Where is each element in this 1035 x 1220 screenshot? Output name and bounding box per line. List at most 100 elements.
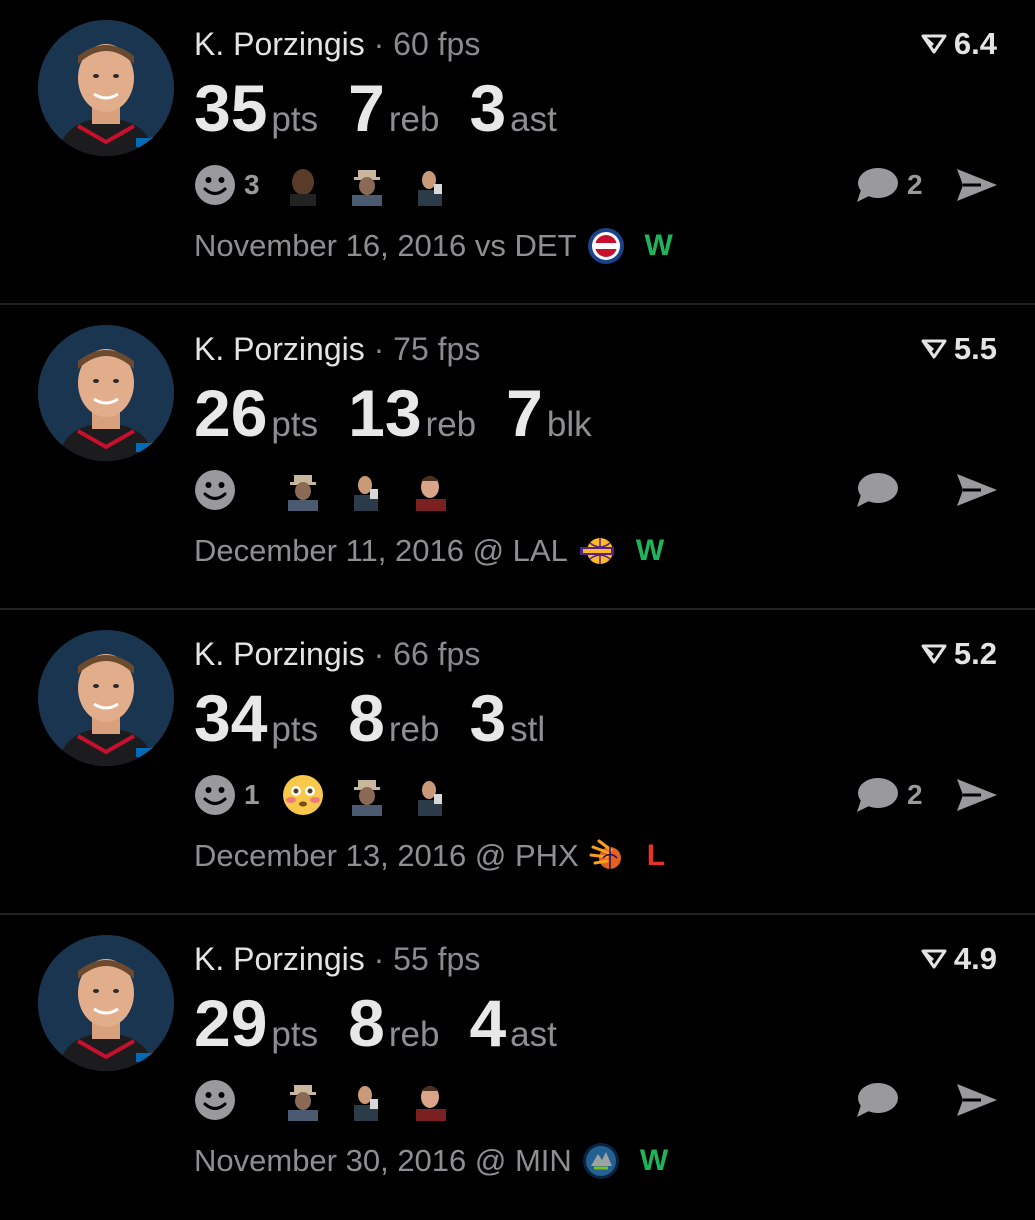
smiley-icon (195, 1080, 235, 1120)
score-value: 6.4 (953, 26, 997, 61)
comment-count: 2 (907, 169, 923, 200)
card-header: K. Porzingis · 55 fps (194, 939, 480, 979)
paper-plane-icon[interactable] (955, 167, 999, 203)
reaction-thumbnail[interactable] (410, 774, 452, 816)
stat-value: 8 (348, 681, 385, 755)
game-card[interactable]: K. Porzingis · 60 fps 6.4 35 pts 7 reb 3 as… (0, 0, 1035, 305)
reaction-thumbnail[interactable] (346, 1079, 388, 1121)
game-date: December 13, 2016 @ PHX (194, 838, 579, 873)
fps-value: 60 fps (393, 26, 481, 62)
fps-value: 66 fps (393, 636, 481, 672)
stat-rebounds: 8 reb (348, 985, 439, 1061)
comment-button[interactable] (855, 471, 929, 509)
score-value: 4.9 (953, 941, 997, 976)
stat-third: 3 stl (469, 680, 545, 756)
comment-button[interactable]: 2 (855, 166, 929, 204)
min-logo-icon (582, 1143, 619, 1179)
smiley-icon (195, 470, 235, 510)
score-badge: 5.5 (920, 329, 997, 369)
player-name[interactable]: K. Porzingis (194, 331, 365, 367)
reaction-thumbnail[interactable] (282, 469, 324, 511)
reaction-thumbnail[interactable] (282, 164, 324, 206)
paper-plane-icon[interactable] (955, 1082, 999, 1118)
stat-third: 7 blk (506, 375, 591, 451)
flushed-emoji-icon[interactable] (282, 774, 324, 816)
stat-value: 34 (194, 681, 268, 755)
stat-points: 35 pts (194, 70, 318, 146)
header-separator: · (373, 26, 385, 62)
score-badge: 5.2 (920, 634, 997, 674)
stat-line: 26 pts 13 reb 7 blk (194, 375, 622, 451)
paper-plane-icon[interactable] (955, 472, 999, 508)
score-value: 5.5 (953, 331, 997, 366)
reaction-count: 1 (244, 779, 260, 810)
down-triangle-arrow-icon (921, 34, 947, 54)
game-result-badge: W (639, 1144, 669, 1177)
down-triangle-arrow-icon (921, 339, 947, 359)
game-date: November 16, 2016 vs DET (194, 228, 577, 263)
stat-line: 29 pts 8 reb 4 ast (194, 985, 587, 1061)
speech-bubble-icon (857, 778, 898, 812)
game-info: December 13, 2016 @ PHX L (194, 834, 665, 878)
card-header: K. Porzingis · 60 fps (194, 24, 480, 64)
stat-unit: pts (271, 405, 319, 444)
player-name[interactable]: K. Porzingis (194, 941, 365, 977)
stat-unit: reb (388, 1015, 440, 1054)
comment-button[interactable] (855, 1081, 929, 1119)
header-separator: · (373, 331, 385, 367)
player-avatar[interactable] (38, 630, 174, 766)
down-triangle-arrow-icon (921, 949, 947, 969)
game-card[interactable]: K. Porzingis · 55 fps 4.9 29 pts 8 reb 4 as… (0, 915, 1035, 1220)
reaction-thumbnail[interactable] (410, 469, 452, 511)
react-button[interactable]: 1 (194, 774, 260, 816)
stat-unit: pts (271, 100, 319, 139)
game-card[interactable]: K. Porzingis · 66 fps 5.2 34 pts 8 reb 3st… (0, 610, 1035, 915)
reaction-thumbnail[interactable] (410, 164, 452, 206)
game-result-badge: L (646, 839, 666, 872)
react-button[interactable]: 3 (194, 164, 260, 206)
lal-logo-icon (579, 538, 614, 564)
stat-unit: pts (271, 710, 319, 749)
game-feed: K. Porzingis · 60 fps 6.4 35 pts 7 reb 3 as… (0, 0, 1035, 1200)
game-card[interactable]: K. Porzingis · 75 fps 5.5 26 pts 13 reb 7b… (0, 305, 1035, 610)
stat-value: 29 (194, 986, 268, 1060)
react-button[interactable] (194, 1079, 260, 1121)
reaction-thumbnail[interactable] (282, 1079, 324, 1121)
comment-button[interactable]: 2 (855, 776, 929, 814)
score-value: 5.2 (953, 636, 997, 671)
stat-unit: stl (510, 710, 546, 749)
speech-bubble-icon (857, 473, 898, 507)
player-avatar[interactable] (38, 935, 174, 1071)
reaction-thumbnail[interactable] (346, 469, 388, 511)
stat-value: 4 (469, 986, 507, 1060)
paper-plane-icon[interactable] (955, 777, 999, 813)
stat-value: 3 (469, 71, 507, 145)
stat-value: 35 (194, 71, 268, 145)
stat-unit: ast (510, 100, 557, 139)
react-button[interactable] (194, 469, 260, 511)
game-info: November 30, 2016 @ MIN W (194, 1139, 668, 1183)
player-name[interactable]: K. Porzingis (194, 636, 365, 672)
fps-value: 55 fps (393, 941, 481, 977)
player-avatar[interactable] (38, 20, 174, 156)
fps-value: 75 fps (393, 331, 481, 367)
stat-value: 3 (469, 681, 507, 755)
player-avatar[interactable] (38, 325, 174, 461)
stat-value: 26 (194, 376, 268, 450)
reaction-row (194, 1077, 452, 1123)
reaction-thumbnail[interactable] (346, 774, 388, 816)
reaction-thumbnail[interactable] (346, 164, 388, 206)
reaction-thumbnail[interactable] (410, 1079, 452, 1121)
header-separator: · (373, 941, 385, 977)
phx-logo-icon (589, 839, 621, 869)
stat-points: 34 pts (194, 680, 318, 756)
player-name[interactable]: K. Porzingis (194, 26, 365, 62)
stat-rebounds: 8 reb (348, 680, 439, 756)
det-logo-icon (587, 228, 624, 264)
stat-third: 4 ast (469, 985, 556, 1061)
stat-third: 3 ast (469, 70, 556, 146)
stat-unit: reb (425, 405, 477, 444)
reaction-row (194, 467, 452, 513)
stat-value: 7 (348, 71, 385, 145)
score-badge: 4.9 (920, 939, 997, 979)
